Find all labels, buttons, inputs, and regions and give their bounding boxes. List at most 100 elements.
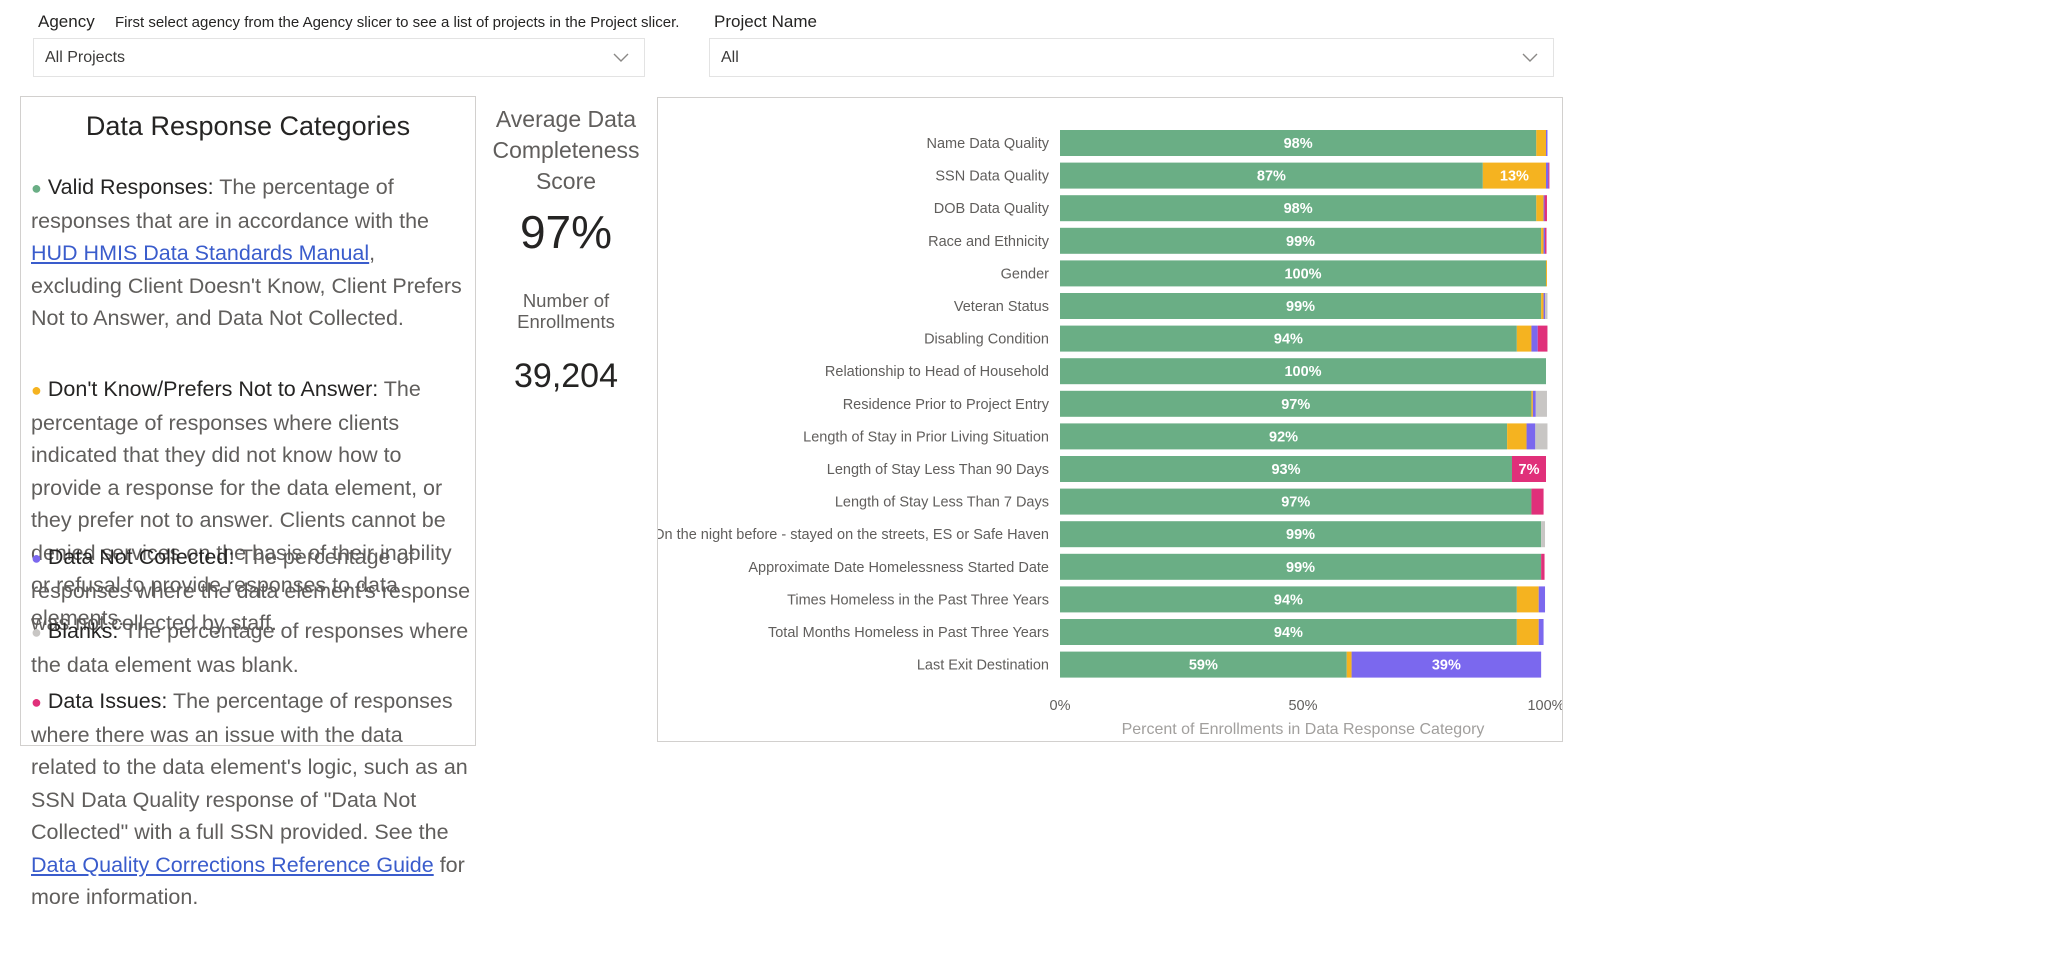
bar-segment[interactable] [1535,423,1548,450]
data-label: 100% [1284,266,1321,282]
project-slicer-title: Project Name [714,12,817,31]
data-label: 97% [1281,495,1310,511]
bar-segment[interactable] [1543,195,1545,222]
y-tick-label: Length of Stay in Prior Living Situation [803,429,1049,445]
bar-segment[interactable] [1543,227,1546,254]
y-tick-label: Total Months Homeless in Past Three Year… [768,625,1049,641]
data-label: 13% [1500,169,1529,185]
y-tick-label: Approximate Date Homelessness Started Da… [748,560,1049,576]
bar-segment[interactable] [1538,586,1546,613]
bar-segment[interactable] [1541,553,1545,580]
category-blanks: ● Blanks: The percentage of responses whe… [31,619,469,677]
data-label: 92% [1269,429,1298,445]
bar-segment[interactable] [1516,586,1539,613]
y-tick-label: Race and Ethnicity [928,234,1050,250]
categories-title: Data Response Categories [85,111,411,141]
x-tick-label: 0% [1050,698,1071,714]
y-tick-label: Disabling Condition [924,332,1049,348]
data-label: 94% [1274,332,1303,348]
category-valid: ● Valid Responses: The percentage of resp… [31,175,462,330]
bar-segment[interactable] [1536,195,1544,222]
data-label: 7% [1519,462,1540,478]
bar-segment[interactable] [1507,423,1527,450]
bar-segment[interactable] [1544,195,1547,222]
bar-segment[interactable] [1538,619,1544,645]
data-label: 97% [1281,397,1310,413]
data-label: 93% [1271,462,1300,478]
bar-segment[interactable] [1548,162,1550,189]
avg-score-label-2: Completeness [492,137,640,163]
agency-slicer-title: Agency [38,12,95,31]
bar-segment[interactable] [1516,619,1539,645]
bar-segment[interactable] [1546,162,1549,189]
bar-segment[interactable] [1531,390,1533,417]
data-label: 94% [1274,625,1303,641]
avg-score-label-3: Score [535,168,597,194]
project-dropdown[interactable]: All [709,38,1554,77]
bar-segment[interactable] [1532,390,1536,417]
y-tick-label: Length of Stay Less Than 90 Days [827,462,1049,478]
bar-segment[interactable] [1546,260,1547,287]
bar-segment[interactable] [1541,521,1546,548]
hud-manual-link[interactable]: HUD HMIS Data Standards Manual [31,241,369,265]
y-tick-label: SSN Data Quality [935,169,1049,185]
y-tick-label: DOB Data Quality [934,201,1050,217]
data-label: 99% [1286,560,1315,576]
bar-segment[interactable] [1546,130,1548,156]
blanks-dot-icon: ● [31,622,42,642]
y-tick-label: Relationship to Head of Household [825,364,1049,380]
chevron-down-icon[interactable] [612,48,630,66]
data-label: 59% [1189,658,1218,674]
agency-slicer-note: First select agency from the Agency slic… [115,14,680,31]
bar-segment[interactable] [1541,293,1544,319]
avg-score-label-1: Average Data [495,106,637,132]
bar-segment[interactable] [1516,325,1532,352]
categories-card: Data Response Categories ● Valid Response… [20,96,476,909]
agency-dropdown-value: All Projects [45,49,126,66]
data-label: 99% [1286,527,1315,543]
data-label: 98% [1284,136,1313,152]
x-tick-label: 100% [1527,698,1562,714]
project-dropdown-value: All [721,49,739,66]
bar-segment[interactable] [1537,325,1548,352]
category-data-issues: ● Data Issues: The percentage of response… [31,689,468,909]
y-tick-label: Length of Stay Less Than 7 Days [835,495,1049,511]
data-label: 100% [1284,364,1321,380]
dq-corrections-guide-link[interactable]: Data Quality Corrections Reference Guide [31,853,434,877]
y-tick-label: Name Data Quality [927,136,1050,152]
bar-segment[interactable] [1531,325,1538,352]
y-tick-label: Veteran Status [954,299,1049,315]
data-label: 99% [1286,299,1315,315]
bar-segment[interactable] [1531,488,1544,515]
data-label: 98% [1284,201,1313,217]
bar-segment[interactable] [1536,130,1546,156]
data-label: 87% [1257,169,1286,185]
bar-segment[interactable] [1535,390,1547,417]
x-tick-label: 50% [1288,698,1317,714]
data-label: 94% [1274,592,1303,608]
valid-dot-icon: ● [31,178,42,198]
completeness-chart: Name Data Quality 98% SSN Data Quality 87% 1… [653,130,1565,738]
bar-segment[interactable] [1543,293,1546,319]
bar-segment[interactable] [1346,651,1352,678]
dont-know-dot-icon: ● [31,380,42,400]
data-label: 39% [1432,658,1461,674]
data-issues-dot-icon: ● [31,692,42,712]
enrollments-label-2: Enrollments [517,311,615,332]
y-tick-label: Gender [1001,266,1050,282]
chevron-down-icon[interactable] [1521,48,1539,66]
enrollments-value: 39,204 [514,357,618,395]
data-label: 99% [1286,234,1315,250]
y-tick-label: Residence Prior to Project Entry [843,397,1050,413]
bar-segment[interactable] [1545,293,1548,319]
bar-segment[interactable] [1526,423,1536,450]
x-axis-title: Percent of Enrollments in Data Response … [1122,721,1485,738]
y-tick-label: Times Homeless in the Past Three Years [787,592,1049,608]
agency-dropdown[interactable]: All Projects [33,38,645,77]
not-collected-dot-icon: ● [31,548,42,568]
y-tick-label: On the night before - stayed on the stre… [658,527,1049,543]
bar-segment[interactable] [1545,227,1547,254]
bar-segment[interactable] [1541,227,1544,254]
avg-score-value: 97% [519,206,613,258]
completeness-chart-card: Name Data Quality 98% SSN Data Quality 87% 1… [653,97,1565,742]
